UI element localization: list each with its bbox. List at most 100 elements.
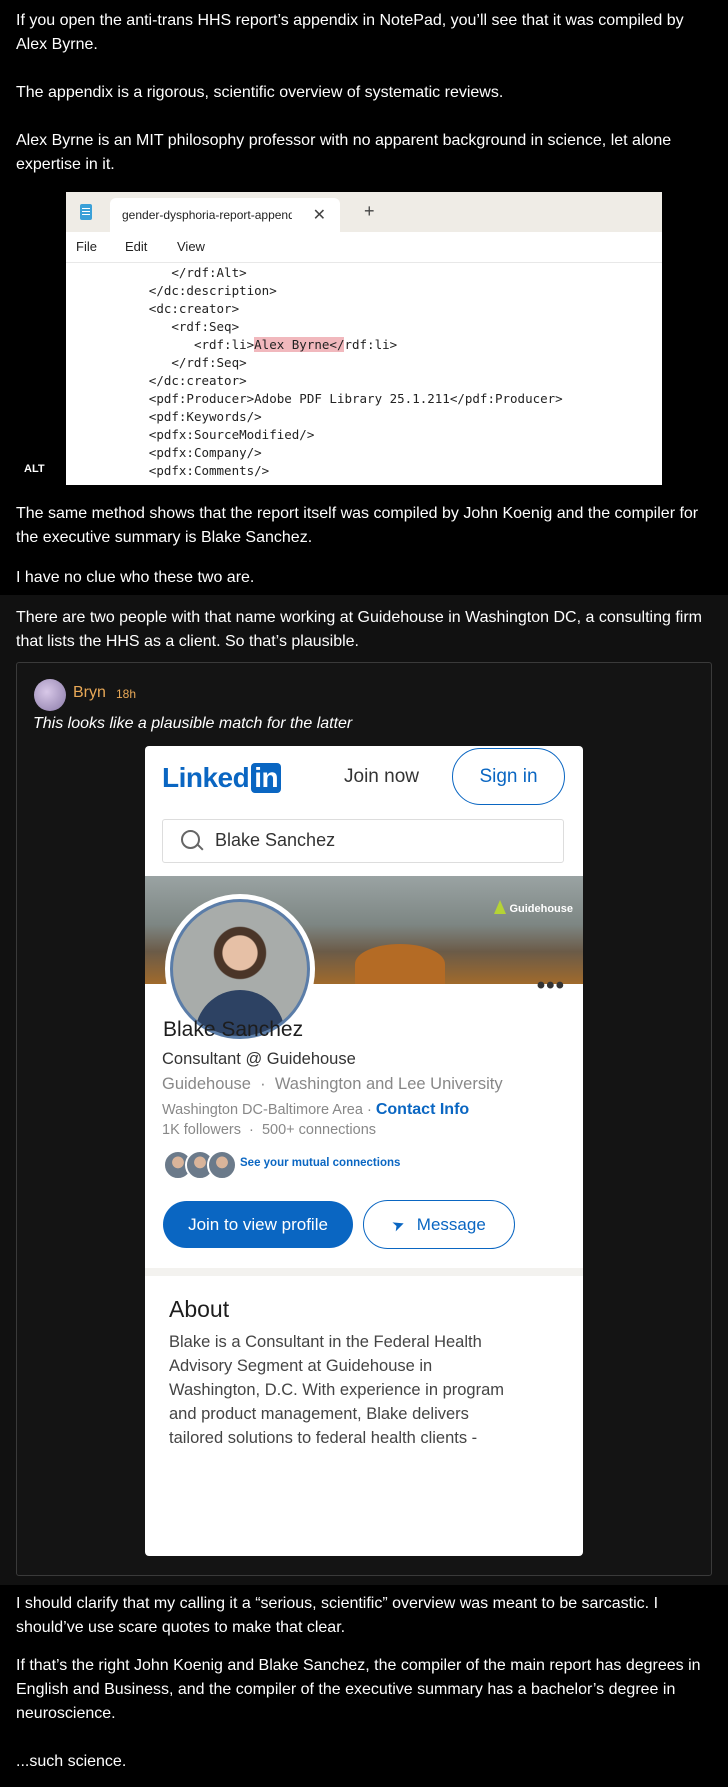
quote-text: This looks like a plausible match for th… — [33, 715, 353, 732]
code-line-indent — [66, 427, 149, 442]
code-line-indent — [66, 391, 149, 406]
post-paragraph-2: The appendix is a rigorous, scientific o… — [16, 84, 504, 101]
about-heading: About — [169, 1296, 230, 1322]
code-line: <pdf:Keywords/> — [66, 408, 662, 426]
new-tab-icon: + — [364, 201, 375, 221]
profile-school: Washington and Lee University — [274, 1075, 503, 1093]
code-line: <pdfx:Company/> — [66, 444, 662, 462]
code-line-indent — [66, 409, 149, 424]
close-icon: ✕ — [312, 207, 326, 224]
join-now-link: Join now — [344, 766, 419, 787]
post-paragraph-8: If that’s the right John Koenig and Blak… — [16, 1657, 701, 1722]
code-text: </dc:description> — [148, 283, 277, 298]
contact-info-link: Contact Info — [375, 1101, 470, 1118]
code-text: <pdfx:Comments/> — [148, 463, 270, 478]
code-text: rdf:li> — [344, 337, 398, 352]
notepad-screenshot[interactable]: gender-dysphoria-report-appendi ✕ + File… — [66, 192, 662, 485]
quote-author[interactable]: Bryn — [73, 684, 106, 702]
post-paragraph-5: I have no clue who these two are. — [16, 569, 255, 586]
search-input: Blake Sanchez — [162, 819, 564, 863]
profile-affiliations: Guidehouse · Washington and Lee Universi… — [162, 1075, 503, 1094]
code-text: </rdf:Alt> — [171, 265, 247, 280]
menu-edit: Edit — [125, 239, 148, 254]
connections-count: 500+ connections — [261, 1122, 377, 1138]
section-divider — [145, 1268, 583, 1276]
code-line: </rdf:Alt> — [66, 264, 662, 282]
join-to-view-profile-button: Join to view profile — [163, 1201, 353, 1248]
profile-location: Washington DC-Baltimore Area — [162, 1102, 363, 1118]
banner-rock — [355, 944, 445, 984]
code-text: <pdfx:SourceModified/> — [148, 427, 315, 442]
logo-in-badge: in — [251, 763, 282, 793]
code-line-indent — [66, 463, 149, 478]
mutual-connections-link: See your mutual connections — [240, 1157, 401, 1169]
post-paragraph-1: If you open the anti-trans HHS report’s … — [16, 12, 684, 53]
notepad-code: </rdf:Alt> </dc:description> <dc:creator… — [66, 264, 662, 480]
guidehouse-icon — [494, 900, 507, 914]
code-text: <dc:creator> — [148, 301, 240, 316]
code-line: <pdfx:SourceModified/> — [66, 426, 662, 444]
post-paragraph-6: There are two people with that name work… — [16, 609, 702, 650]
code-line: </rdf:Seq> — [66, 354, 662, 372]
menu-view: View — [177, 239, 205, 254]
profile-stats: 1K followers · 500+ connections — [162, 1122, 376, 1138]
mutual-avatars — [163, 1150, 243, 1180]
more-icon: ••• — [536, 972, 565, 999]
code-highlight: Alex Byrne</ — [254, 337, 345, 352]
guidehouse-wordmark: Guidehouse — [509, 903, 573, 915]
separator-dot: · — [366, 1102, 372, 1118]
code-text: <pdf:Producer>Adobe PDF Library 25.1.211… — [148, 391, 563, 406]
code-line: </dc:creator> — [66, 372, 662, 390]
code-line-indent — [66, 301, 149, 316]
code-line-indent — [66, 265, 171, 280]
quoted-post[interactable]: Bryn 18h This looks like a plausible mat… — [16, 662, 712, 1576]
notepad-tab: gender-dysphoria-report-appendi ✕ — [110, 198, 340, 232]
search-icon — [181, 830, 200, 849]
about-text: Blake is a Consultant in the Federal Hea… — [169, 1333, 505, 1447]
mutual-avatar — [207, 1150, 237, 1180]
profile-headline: Consultant @ Guidehouse — [162, 1050, 356, 1068]
code-line: <rdf:Seq> — [66, 318, 662, 336]
code-line-indent — [66, 355, 171, 370]
separator-dot: · — [249, 1122, 254, 1138]
post-paragraph-4: The same method shows that the report it… — [16, 505, 699, 546]
sign-in-button: Sign in — [452, 748, 565, 805]
code-text: </dc:creator> — [148, 373, 247, 388]
avatar[interactable] — [34, 679, 66, 711]
code-line: <pdf:Producer>Adobe PDF Library 25.1.211… — [66, 390, 662, 408]
code-line: </dc:description> — [66, 282, 662, 300]
post-paragraph-7: I should clarify that my calling it a “s… — [16, 1595, 659, 1636]
code-text: </rdf:Seq> — [171, 355, 247, 370]
code-text: <rdf:Seq> — [171, 319, 240, 334]
message-button: ➤ Message — [363, 1200, 515, 1249]
code-line-indent — [66, 445, 149, 460]
code-line-indent — [66, 319, 171, 334]
code-line-indent — [66, 373, 149, 388]
guidehouse-logo: Guidehouse — [494, 900, 573, 915]
post-paragraph-3: Alex Byrne is an MIT philosophy professo… — [16, 132, 672, 173]
message-label: Message — [416, 1214, 486, 1234]
profile-name: Blake Sanchez — [163, 1018, 304, 1041]
code-line: <pdfx:Comments/> — [66, 462, 662, 480]
profile-company: Guidehouse — [162, 1075, 251, 1093]
menu-file: File — [76, 239, 97, 254]
notepad-icon — [80, 204, 92, 220]
profile-location-line: Washington DC-Baltimore Area · Contact I… — [162, 1101, 469, 1119]
post-paragraph-9: ...such science. — [16, 1753, 127, 1770]
linkedin-screenshot[interactable]: Linked in Join now Sign in Blake Sanchez … — [145, 746, 583, 1556]
separator-dot: · — [260, 1075, 266, 1093]
notepad-titlebar: gender-dysphoria-report-appendi ✕ + — [66, 192, 662, 232]
code-line: <dc:creator> — [66, 300, 662, 318]
send-icon: ➤ — [389, 1214, 408, 1236]
followers-count: 1K followers — [162, 1122, 241, 1138]
code-text: <pdfx:Company/> — [148, 445, 262, 460]
quote-timestamp: 18h — [116, 687, 137, 701]
code-line: <rdf:li>Alex Byrne</rdf:li> — [66, 336, 662, 354]
alt-badge[interactable]: ALT — [24, 463, 45, 475]
code-line-indent — [66, 337, 194, 352]
code-text: <pdf:Keywords/> — [148, 409, 262, 424]
logo-text: Linked — [162, 762, 250, 793]
search-value: Blake Sanchez — [215, 830, 336, 850]
code-text: <rdf:li> — [193, 337, 255, 352]
notepad-menubar: File Edit View — [66, 232, 662, 263]
